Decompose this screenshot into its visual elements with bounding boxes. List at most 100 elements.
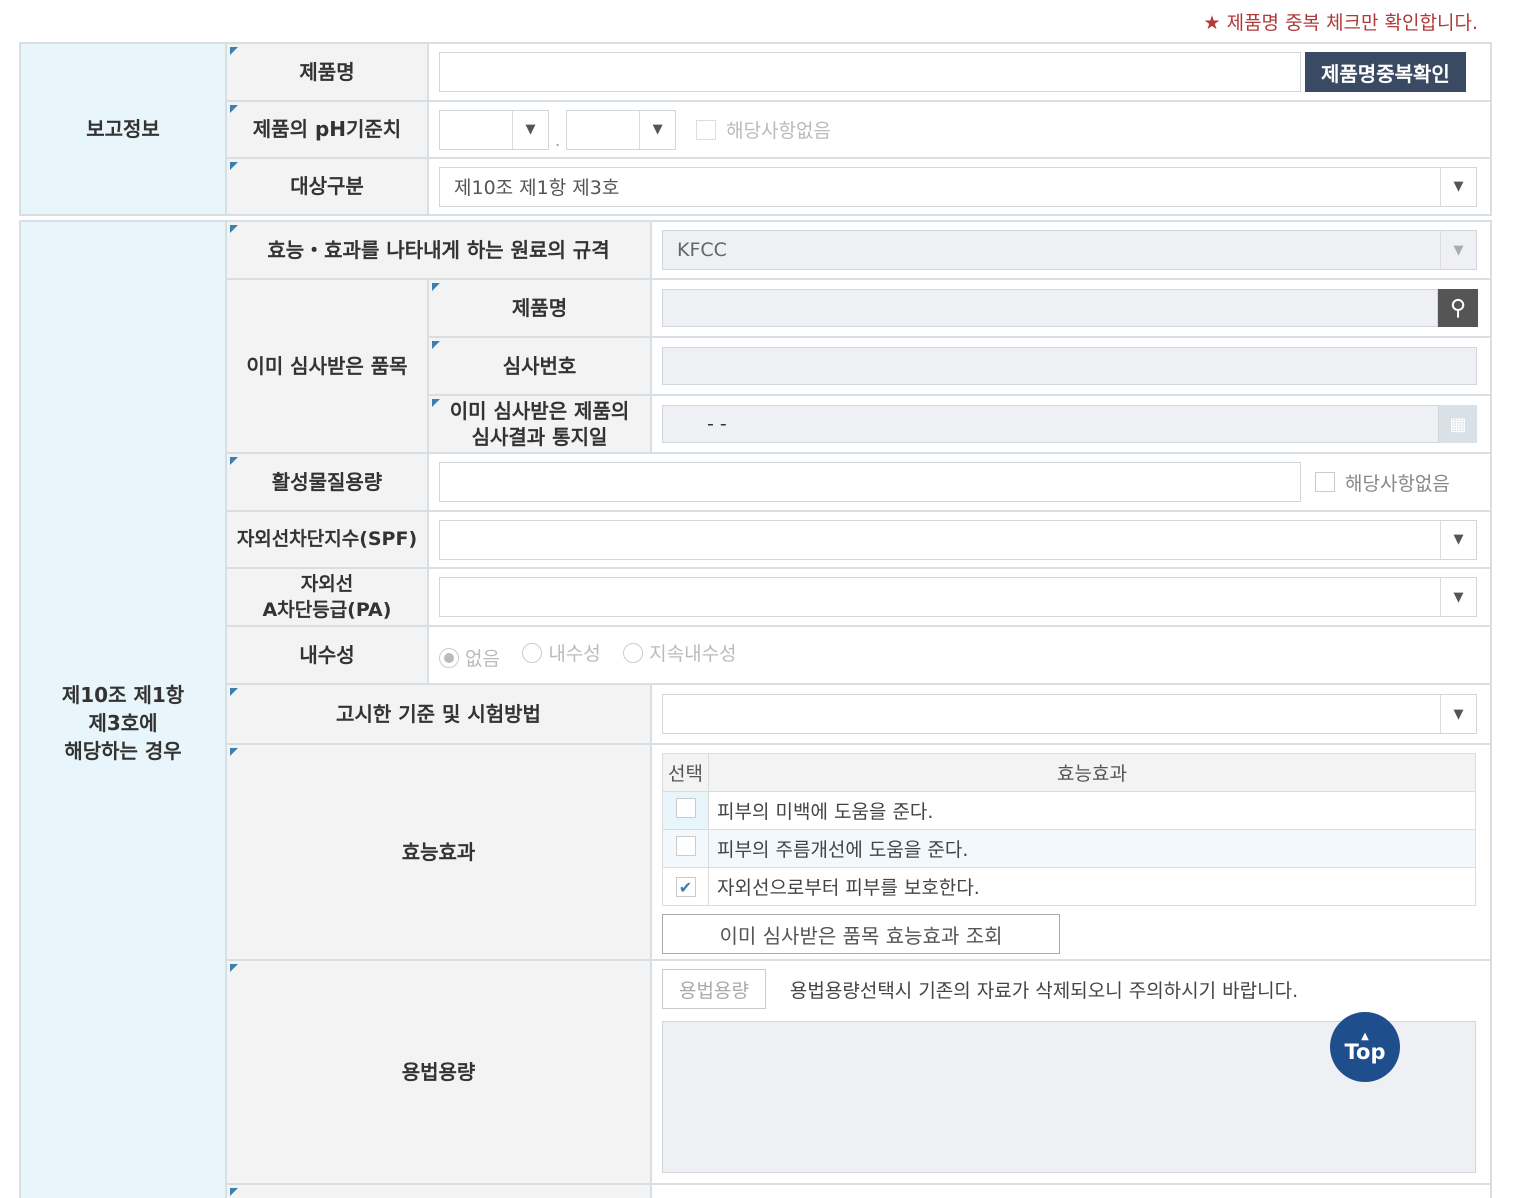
spf-label: 자외선차단지수(SPF) — [225, 510, 429, 569]
calendar-icon[interactable]: ▦ — [1439, 405, 1477, 443]
water-option-none-label: 없음 — [465, 648, 500, 670]
target-select-value: 제10조 제1항 제3호 — [454, 177, 620, 199]
active-amount-input[interactable] — [439, 462, 1301, 502]
scroll-to-top-label: Top — [1344, 1040, 1386, 1064]
efficacy-table: 선택 효능효과 피부의 미백에 도움을 준다. 피부의 주름개선에 도움을 준다… — [662, 753, 1476, 906]
ph-not-applicable-label: 해당사항없음 — [726, 120, 831, 142]
review-date-label: 이미 심사받은 제품의 심사결과 통지일 — [427, 394, 652, 454]
product-name-dup-check-button[interactable]: 제품명중복확인 — [1305, 52, 1466, 92]
ph-integer-select[interactable]: ▼ — [439, 109, 549, 150]
efficacy-label: 효능효과 — [225, 743, 652, 961]
efficacy-row-checkbox[interactable] — [675, 798, 696, 818]
chevron-down-icon: ▼ — [1440, 520, 1476, 559]
radio-icon — [522, 642, 543, 663]
checkbox-icon — [696, 119, 717, 140]
section-case-title-line2: 제3호에 — [88, 710, 158, 735]
review-number-label: 심사번호 — [427, 336, 652, 396]
chevron-down-icon: ▼ — [512, 110, 548, 149]
active-amount-not-applicable-label: 해당사항없음 — [1345, 472, 1450, 495]
radio-icon — [623, 642, 644, 663]
section-case-title-line3: 해당하는 경우 — [64, 738, 182, 763]
table-row[interactable]: 피부의 주름개선에 도움을 준다. — [662, 829, 1476, 868]
duplicate-check-notice: ★ 제품명 중복 체크만 확인합니다. — [1203, 12, 1478, 34]
active-amount-label: 활성물질용량 — [225, 452, 429, 512]
target-select[interactable]: 제10조 제1항 제3호 ▼ — [439, 166, 1477, 207]
product-name-input[interactable] — [439, 52, 1301, 92]
section-case-title-line1: 제10조 제1항 — [61, 682, 185, 707]
raw-spec-select[interactable]: KFCC ▼ — [662, 230, 1477, 270]
chevron-down-icon: ▼ — [1440, 695, 1476, 733]
chevron-down-icon: ▼ — [1440, 231, 1476, 269]
section-case-article10: 제10조 제1항 제3호에 해당하는 경우 — [19, 220, 227, 1198]
active-amount-cell: 해당사항없음 — [427, 452, 1492, 512]
chevron-down-icon: ▼ — [1440, 578, 1476, 616]
water-resistance-cell: 없음 내수성 지속내수성 — [427, 625, 1492, 685]
review-date-input[interactable]: - - — [662, 405, 1439, 443]
raw-spec-label: 효능・효과를 나타내게 하는 원료의 규격 — [225, 220, 652, 280]
efficacy-lookup-button[interactable]: 이미 심사받은 품목 효능효과 조회 — [662, 914, 1060, 954]
chevron-down-icon: ▼ — [639, 110, 675, 149]
dosage-warning: 용법용량선택시 기존의 자료가 삭제되오니 주의하시기 바랍니다. — [789, 979, 1299, 1002]
pa-select[interactable]: ▼ — [439, 577, 1477, 617]
reviewed-product-cell: ⚲ — [650, 278, 1492, 338]
pa-label: 자외선 A차단등급(PA) — [225, 567, 429, 627]
target-cell: 제10조 제1항 제3호 ▼ — [427, 157, 1492, 216]
efficacy-col-effect: 효능효과 — [708, 753, 1476, 792]
test-method-select[interactable]: ▼ — [662, 694, 1477, 734]
efficacy-row-checkbox[interactable] — [675, 836, 696, 856]
reviewed-product-input[interactable] — [662, 289, 1438, 327]
review-date-label-line2: 심사결과 통지일 — [471, 425, 608, 449]
water-option-long-lasting[interactable]: 지속내수성 — [623, 639, 737, 666]
pa-label-line2: A차단등급(PA) — [262, 599, 392, 621]
water-option-none[interactable]: 없음 — [439, 644, 500, 671]
dosage-label: 용법용량 — [225, 959, 652, 1185]
review-number-input[interactable] — [662, 347, 1477, 385]
efficacy-row-text: 피부의 미백에 도움을 준다. — [708, 791, 1476, 830]
review-number-cell — [650, 336, 1492, 396]
water-resistance-label: 내수성 — [225, 625, 429, 685]
review-date-cell: - - ▦ — [650, 394, 1492, 454]
efficacy-row-text: 자외선으로부터 피부를 보호한다. — [708, 867, 1476, 906]
table-row[interactable]: 피부의 미백에 도움을 준다. — [662, 791, 1476, 830]
product-name-cell: 제품명중복확인 — [427, 42, 1492, 102]
water-option-resistant-label: 내수성 — [548, 643, 601, 665]
efficacy-row-text: 피부의 주름개선에 도움을 준다. — [708, 829, 1476, 868]
ph-decimal-select[interactable]: ▼ — [566, 109, 677, 150]
raw-spec-cell: KFCC ▼ — [650, 220, 1492, 280]
section-report-info: 보고정보 — [19, 42, 227, 216]
reviewed-item-label: 이미 심사받은 품목 — [225, 278, 429, 454]
ph-cell: ▼ . ▼ 해당사항없음 — [427, 100, 1492, 159]
checkbox-icon — [1315, 472, 1335, 492]
water-option-long-lasting-label: 지속내수성 — [649, 643, 737, 665]
efficacy-col-select: 선택 — [662, 753, 709, 792]
chevron-down-icon: ▼ — [1440, 167, 1476, 206]
check-icon: ✔ — [675, 877, 696, 897]
checkbox-icon — [675, 836, 696, 856]
next-row-label — [225, 1183, 652, 1198]
efficacy-cell: 선택 효능효과 피부의 미백에 도움을 준다. 피부의 주름개선에 도움을 준다… — [650, 743, 1492, 961]
scroll-to-top-button[interactable]: ▲ Top — [1330, 1012, 1400, 1082]
pa-label-line1: 자외선 — [300, 573, 354, 595]
water-option-resistant[interactable]: 내수성 — [522, 639, 601, 666]
pa-cell: ▼ — [427, 567, 1492, 627]
ph-separator: . — [555, 130, 561, 150]
target-label: 대상구분 — [225, 157, 429, 216]
reviewed-product-label: 제품명 — [427, 278, 652, 338]
dosage-button[interactable]: 용법용량 — [662, 969, 766, 1009]
raw-spec-value: KFCC — [677, 239, 727, 261]
table-row[interactable]: ✔ 자외선으로부터 피부를 보호한다. — [662, 867, 1476, 906]
product-name-label: 제품명 — [225, 42, 429, 102]
search-icon[interactable]: ⚲ — [1438, 289, 1478, 327]
radio-icon — [439, 647, 459, 668]
test-method-label: 고시한 기준 및 시험방법 — [225, 683, 652, 745]
spf-select[interactable]: ▼ — [439, 519, 1477, 560]
next-row-cell — [650, 1183, 1492, 1198]
ph-label: 제품의 pH기준치 — [225, 100, 429, 159]
review-date-label-line1: 이미 심사받은 제품의 — [449, 399, 630, 423]
checkbox-icon — [675, 798, 696, 818]
ph-not-applicable-checkbox[interactable]: 해당사항없음 — [696, 116, 831, 143]
test-method-cell: ▼ — [650, 683, 1492, 745]
efficacy-row-checkbox[interactable]: ✔ — [675, 877, 696, 897]
report-form: 보고정보 제품명 제품명중복확인 제품의 pH기준치 ▼ . ▼ 해당사항없음 … — [19, 42, 1492, 1198]
active-amount-not-applicable-checkbox[interactable]: 해당사항없음 — [1315, 469, 1450, 496]
